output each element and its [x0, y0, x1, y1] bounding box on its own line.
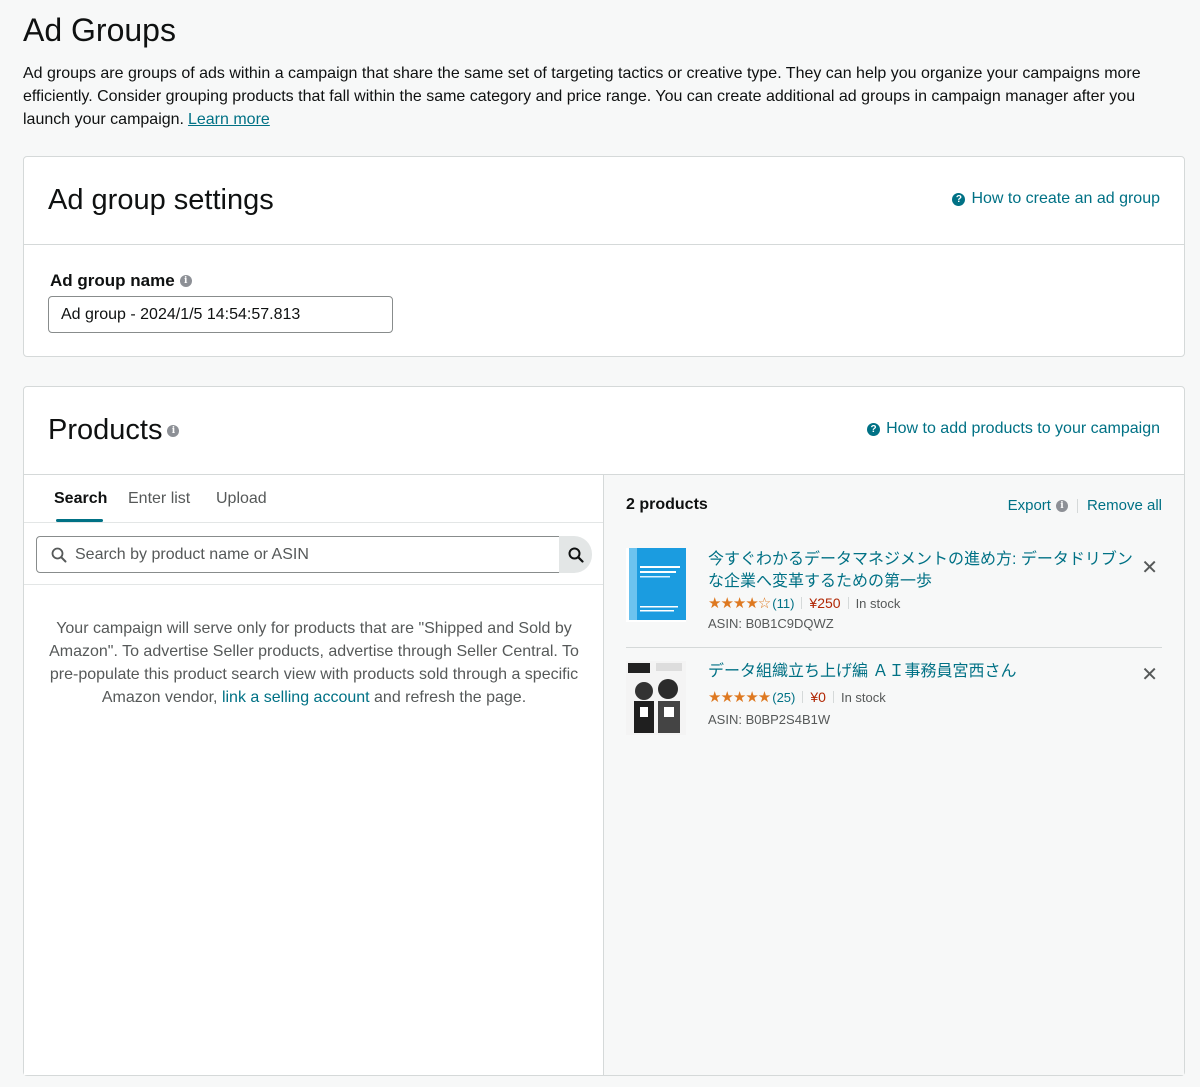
page-title: Ad Groups [23, 12, 176, 48]
remove-product-icon[interactable]: ✕ [1141, 555, 1158, 580]
products-title-wrap: Products i [48, 414, 180, 447]
ad-group-name-label: Ad group name i [50, 271, 192, 291]
search-row [24, 523, 603, 585]
add-products-help-link[interactable]: ? How to add products to your campaign [867, 420, 1160, 438]
search-icon [568, 547, 584, 563]
products-panel: Products i ? How to add products to your… [23, 386, 1185, 1076]
search-icon [51, 547, 67, 562]
stock-status: In stock [840, 689, 886, 705]
product-tabs: Search Enter list Upload [24, 475, 603, 523]
active-tab-indicator [56, 519, 103, 522]
product-count: 2 products [626, 496, 708, 513]
settings-title: Ad group settings [48, 184, 274, 216]
add-products-help-label: How to add products to your campaign [886, 420, 1160, 437]
product-asin: ASIN: B0BP2S4B1W [708, 712, 831, 727]
product-meta: ★★★★★ (25) ¥0 In stock [708, 688, 886, 706]
info-icon[interactable]: i [167, 424, 180, 437]
info-icon[interactable]: i [179, 275, 192, 287]
product-price: ¥250 [809, 595, 841, 611]
divider [832, 691, 834, 703]
export-link[interactable]: Export [1008, 497, 1051, 514]
divider [847, 597, 849, 609]
divider [801, 597, 803, 609]
product-actions: Export i Remove all [1008, 497, 1162, 514]
settings-header: Ad group settings ? How to create an ad … [24, 157, 1184, 245]
learn-more-link[interactable]: Learn more [188, 111, 270, 128]
create-ad-group-help-label: How to create an ad group [971, 190, 1160, 207]
product-price: ¥0 [810, 689, 826, 705]
help-icon: ? [867, 422, 881, 436]
product-title-link[interactable]: 今すぐわかるデータマネジメントの進め方: データドリブンな企業へ変革するための第… [708, 549, 1133, 593]
review-count[interactable]: (25) [772, 690, 795, 705]
product-search-input[interactable] [75, 545, 535, 564]
product-search-pane: Search Enter list Upload Your campaign w… [24, 475, 604, 1075]
link-selling-account-link[interactable]: link a selling account [222, 689, 370, 706]
search-box [36, 536, 560, 573]
info-icon[interactable]: i [1055, 499, 1068, 512]
star-rating: ★★★★☆ [708, 595, 771, 612]
products-title: Products [48, 414, 163, 446]
product-thumbnail[interactable] [626, 548, 686, 622]
products-header: Products i ? How to add products to your… [24, 387, 1184, 475]
added-products-pane: 2 products Export i Remove all 今すぐわかるデータ… [604, 475, 1184, 1075]
search-button[interactable] [559, 536, 592, 573]
divider [802, 691, 804, 703]
remove-product-icon[interactable]: ✕ [1141, 662, 1158, 687]
list-item: データ組織立ち上げ編 ＡＩ事務員宮西さん ★★★★★ (25) ¥0 In st… [626, 648, 1162, 748]
intro-text: Ad groups are groups of ads within a cam… [23, 62, 1173, 131]
notice-text-after: and refresh the page. [369, 689, 527, 706]
tab-search[interactable]: Search [54, 490, 107, 508]
tab-enter-list[interactable]: Enter list [128, 490, 190, 508]
remove-all-link[interactable]: Remove all [1087, 497, 1162, 514]
product-title-link[interactable]: データ組織立ち上げ編 ＡＩ事務員宮西さん [708, 661, 1133, 683]
seller-notice: Your campaign will serve only for produc… [44, 617, 584, 709]
star-rating: ★★★★★ [708, 689, 771, 706]
ad-group-name-input[interactable] [48, 296, 393, 333]
help-icon: ? [952, 192, 966, 206]
product-meta: ★★★★☆ (11) ¥250 In stock [708, 594, 900, 612]
product-thumbnail[interactable] [626, 661, 686, 735]
ad-group-settings-panel: Ad group settings ? How to create an ad … [23, 156, 1185, 357]
tab-upload[interactable]: Upload [216, 490, 267, 508]
ad-group-name-label-text: Ad group name [50, 271, 175, 290]
divider [1076, 498, 1078, 513]
list-item: 今すぐわかるデータマネジメントの進め方: データドリブンな企業へ変革するための第… [626, 535, 1162, 648]
stock-status: In stock [855, 595, 901, 611]
product-asin: ASIN: B0B1C9DQWZ [708, 616, 834, 631]
create-ad-group-help-link[interactable]: ? How to create an ad group [952, 190, 1160, 208]
review-count[interactable]: (11) [772, 596, 794, 611]
